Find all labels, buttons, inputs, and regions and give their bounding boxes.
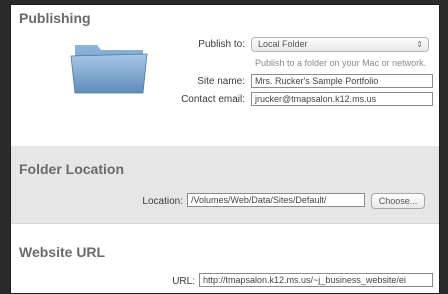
folder-location-section [11,146,439,223]
publish-to-select[interactable]: Local Folder ⇕ [251,37,429,52]
choose-button[interactable]: Choose... [371,193,425,209]
publish-to-value: Local Folder [258,39,308,49]
website-url-title: Website URL [19,244,106,260]
url-label: URL: [172,276,195,287]
publishing-title: Publishing [19,10,91,26]
folder-icon [70,45,148,94]
location-label: Location: [142,196,183,207]
publish-to-label: Publish to: [198,39,245,50]
updown-arrows-icon: ⇕ [416,40,423,49]
publish-hint: Publish to a folder on your Mac or netwo… [255,58,427,68]
location-field[interactable]: /Volumes/Web/Data/Sites/Default/ [187,193,365,207]
contact-email-label: Contact email: [181,94,245,105]
url-field[interactable]: http://tmapsalon.k12.ms.us/~j_business_w… [199,273,433,287]
publishing-settings-panel: Publishing Publish to: Local Folder ⇕ Pu… [10,4,440,294]
site-name-field[interactable]: Mrs. Rucker's Sample Portfolio [251,74,433,88]
folder-location-title: Folder Location [19,161,124,177]
contact-email-field[interactable]: jrucker@tmapsalon.k12.ms.us [251,92,433,106]
site-name-label: Site name: [197,76,245,87]
section-divider [11,223,439,224]
